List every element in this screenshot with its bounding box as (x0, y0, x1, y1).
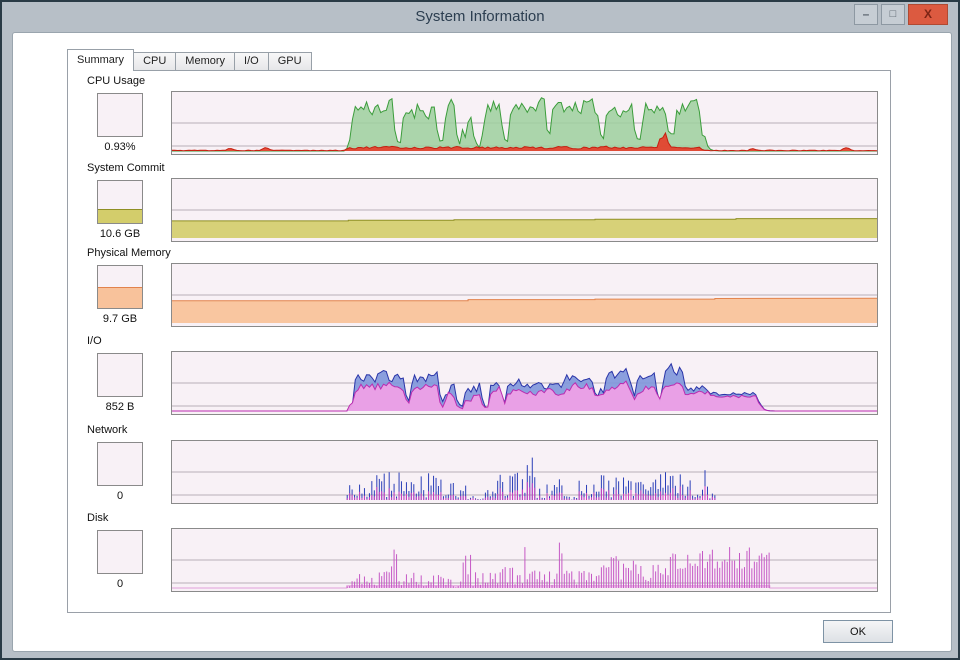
cpu-usage-history-graph (171, 91, 878, 155)
disk-value: 0 (70, 578, 170, 590)
disk-gauge (97, 530, 143, 574)
minimize-icon: – (863, 7, 870, 21)
physical-memory-value: 9.7 GB (70, 313, 170, 325)
system-commit-value: 10.6 GB (70, 228, 170, 240)
network-history-graph (171, 440, 878, 504)
tab-bar: Summary CPU Memory I/O GPU (67, 49, 311, 71)
maximize-button[interactable]: □ (881, 4, 905, 25)
network-value: 0 (70, 490, 170, 502)
section-network: Network 0 (13, 440, 951, 522)
section-label: System Commit (87, 162, 165, 174)
system-commit-gauge (97, 180, 143, 224)
tab-summary[interactable]: Summary (67, 49, 134, 71)
ok-button[interactable]: OK (823, 620, 893, 643)
physical-memory-gauge (97, 265, 143, 309)
tab-io[interactable]: I/O (234, 52, 269, 71)
network-gauge (97, 442, 143, 486)
physical-memory-history-graph (171, 263, 878, 327)
section-label: CPU Usage (87, 75, 145, 87)
close-icon: X (924, 7, 932, 21)
section-label: Network (87, 424, 127, 436)
system-information-window: System Information – □ X Summary CPU Mem… (0, 0, 960, 660)
system-commit-history-graph (171, 178, 878, 242)
close-button[interactable]: X (908, 4, 948, 25)
gauge-fill (98, 287, 142, 308)
section-label: Physical Memory (87, 247, 171, 259)
minimize-button[interactable]: – (854, 4, 878, 25)
cpu-usage-value: 0.93% (70, 141, 170, 153)
maximize-icon: □ (890, 8, 897, 20)
section-disk: Disk 0 (13, 528, 951, 610)
io-gauge (97, 353, 143, 397)
section-label: I/O (87, 335, 102, 347)
section-label: Disk (87, 512, 108, 524)
section-physical-memory: Physical Memory 9.7 GB (13, 263, 951, 345)
dialog-client-area: Summary CPU Memory I/O GPU CPU Usage 0.9… (12, 32, 952, 652)
section-io: I/O 852 B (13, 351, 951, 433)
gauge-fill (98, 209, 142, 223)
cpu-usage-gauge (97, 93, 143, 137)
section-cpu-usage: CPU Usage 0.93% (13, 91, 951, 173)
tab-cpu[interactable]: CPU (133, 52, 176, 71)
titlebar[interactable]: System Information – □ X (2, 2, 958, 32)
io-value: 852 B (70, 401, 170, 413)
tab-memory[interactable]: Memory (175, 52, 235, 71)
io-history-graph (171, 351, 878, 415)
tab-gpu[interactable]: GPU (268, 52, 312, 71)
disk-history-graph (171, 528, 878, 592)
window-title: System Information (2, 2, 958, 32)
